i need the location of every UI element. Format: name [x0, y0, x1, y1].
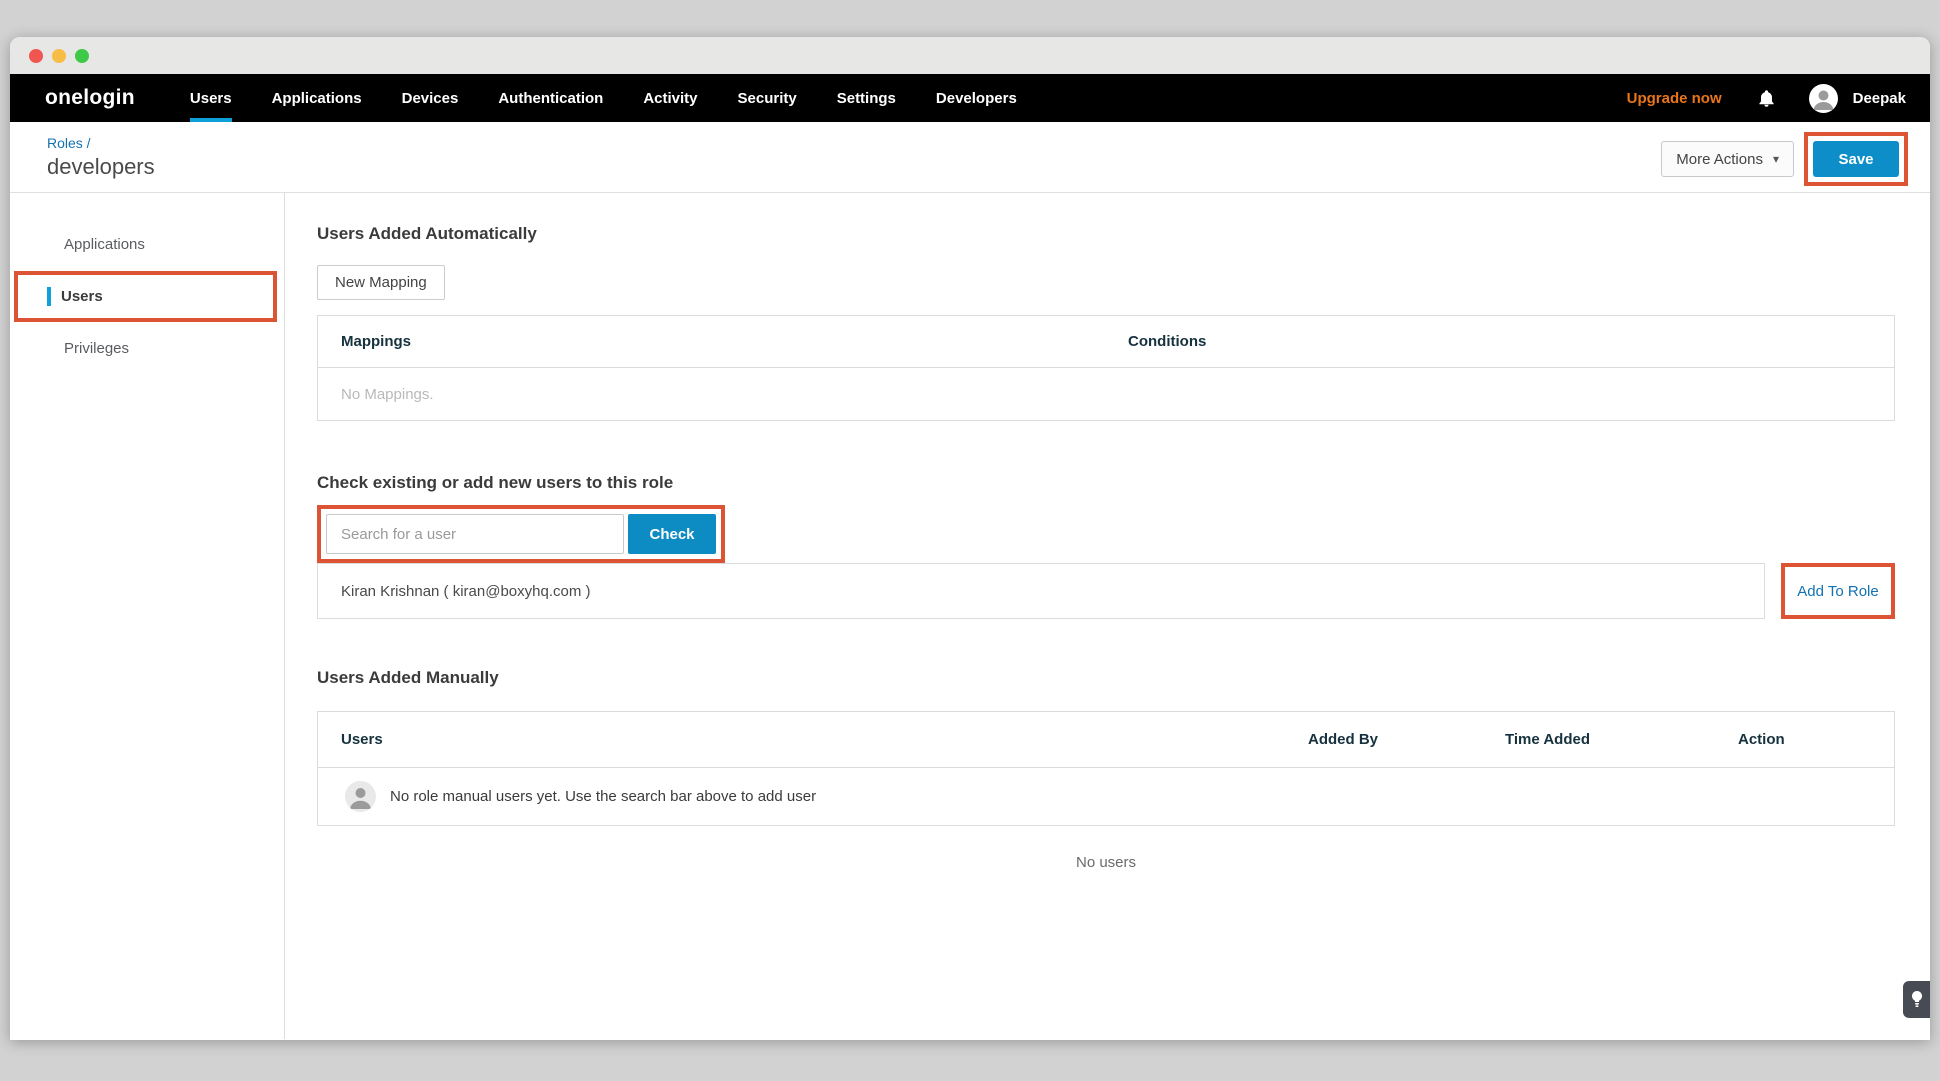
- add-to-role-link[interactable]: Add To Role: [1797, 583, 1878, 600]
- annotation-box-search: Check: [317, 505, 725, 563]
- users-column-header: Users: [318, 731, 1308, 748]
- search-user-input[interactable]: [326, 514, 624, 554]
- breadcrumb[interactable]: Roles /: [47, 135, 1930, 151]
- time-added-column-header: Time Added: [1505, 731, 1738, 748]
- lightbulb-icon: [1911, 991, 1923, 1008]
- upgrade-now-link[interactable]: Upgrade now: [1627, 90, 1722, 107]
- manual-users-table: Users Added By Time Added Action No role…: [317, 711, 1895, 826]
- sidebar-item-applications[interactable]: Applications: [10, 225, 284, 264]
- save-button[interactable]: Save: [1813, 141, 1899, 177]
- active-item-indicator: [47, 287, 51, 306]
- nav-tab-security[interactable]: Security: [738, 74, 797, 122]
- mappings-column-header: Mappings: [318, 333, 1128, 350]
- search-result-user: Kiran Krishnan ( kiran@boxyhq.com ): [341, 583, 591, 600]
- manual-users-table-header: Users Added By Time Added Action: [318, 712, 1894, 767]
- more-actions-button[interactable]: More Actions ▾: [1661, 141, 1794, 177]
- empty-user-avatar-icon: [345, 781, 376, 812]
- page-header: Roles / developers More Actions ▾ Save: [10, 122, 1930, 193]
- annotation-box-add-to-role: Add To Role: [1781, 563, 1895, 619]
- nav-tab-applications[interactable]: Applications: [272, 74, 362, 122]
- manual-users-empty-row: No role manual users yet. Use the search…: [318, 767, 1894, 825]
- sidebar-item-users[interactable]: Users: [18, 275, 273, 318]
- no-mappings-text: No Mappings.: [318, 386, 434, 403]
- main-panel: Users Added Automatically New Mapping Ma…: [285, 193, 1930, 1039]
- navbar-right: Upgrade now Deepak: [1627, 74, 1906, 122]
- mappings-empty-row: No Mappings.: [318, 367, 1894, 420]
- minimize-window-button[interactable]: [52, 49, 66, 63]
- sidebar-item-users-label: Users: [61, 288, 103, 305]
- action-column-header: Action: [1738, 731, 1894, 748]
- sidebar: Applications Users Privileges: [10, 193, 285, 1039]
- no-users-text: No users: [317, 854, 1895, 871]
- annotation-box-save: Save: [1804, 132, 1908, 186]
- maximize-window-button[interactable]: [75, 49, 89, 63]
- nav-tab-authentication[interactable]: Authentication: [498, 74, 603, 122]
- user-name: Deepak: [1853, 90, 1906, 107]
- nav-tab-developers[interactable]: Developers: [936, 74, 1017, 122]
- close-window-button[interactable]: [29, 49, 43, 63]
- help-lightbulb-button[interactable]: [1903, 981, 1930, 1018]
- nav-items: Users Applications Devices Authenticatio…: [190, 74, 1057, 122]
- nav-tab-users[interactable]: Users: [190, 74, 232, 122]
- onelogin-logo: onelogin: [45, 74, 135, 122]
- page-title: developers: [47, 154, 1930, 180]
- desktop: { "navbar": { "logo": "onelogin", "items…: [0, 0, 1940, 1081]
- notifications-bell-icon[interactable]: [1758, 89, 1775, 108]
- top-navbar: onelogin Users Applications Devices Auth…: [10, 74, 1930, 122]
- users-added-automatically-heading: Users Added Automatically: [317, 224, 1895, 244]
- conditions-column-header: Conditions: [1128, 333, 1206, 350]
- user-avatar[interactable]: [1809, 84, 1838, 113]
- new-mapping-button[interactable]: New Mapping: [317, 265, 445, 300]
- users-added-manually-heading: Users Added Manually: [317, 668, 1895, 688]
- search-result-line: Kiran Krishnan ( kiran@boxyhq.com ) Add …: [317, 563, 1895, 619]
- mappings-table: Mappings Conditions No Mappings.: [317, 315, 1895, 421]
- app-window: onelogin Users Applications Devices Auth…: [10, 37, 1930, 1040]
- nav-tab-devices[interactable]: Devices: [402, 74, 459, 122]
- check-users-heading: Check existing or add new users to this …: [317, 473, 1895, 493]
- sidebar-item-privileges[interactable]: Privileges: [10, 329, 284, 368]
- content-area: Applications Users Privileges Users Adde…: [10, 193, 1930, 1039]
- nav-tab-settings[interactable]: Settings: [837, 74, 896, 122]
- mappings-table-header: Mappings Conditions: [318, 316, 1894, 367]
- nav-tab-activity[interactable]: Activity: [643, 74, 697, 122]
- added-by-column-header: Added By: [1308, 731, 1505, 748]
- caret-down-icon: ▾: [1773, 152, 1779, 166]
- no-manual-users-text: No role manual users yet. Use the search…: [390, 788, 816, 805]
- window-titlebar: [10, 37, 1930, 74]
- check-button[interactable]: Check: [628, 514, 716, 554]
- search-result-row: Kiran Krishnan ( kiran@boxyhq.com ): [317, 563, 1765, 619]
- annotation-box-sidebar-users: Users: [14, 271, 277, 322]
- more-actions-label: More Actions: [1676, 151, 1763, 168]
